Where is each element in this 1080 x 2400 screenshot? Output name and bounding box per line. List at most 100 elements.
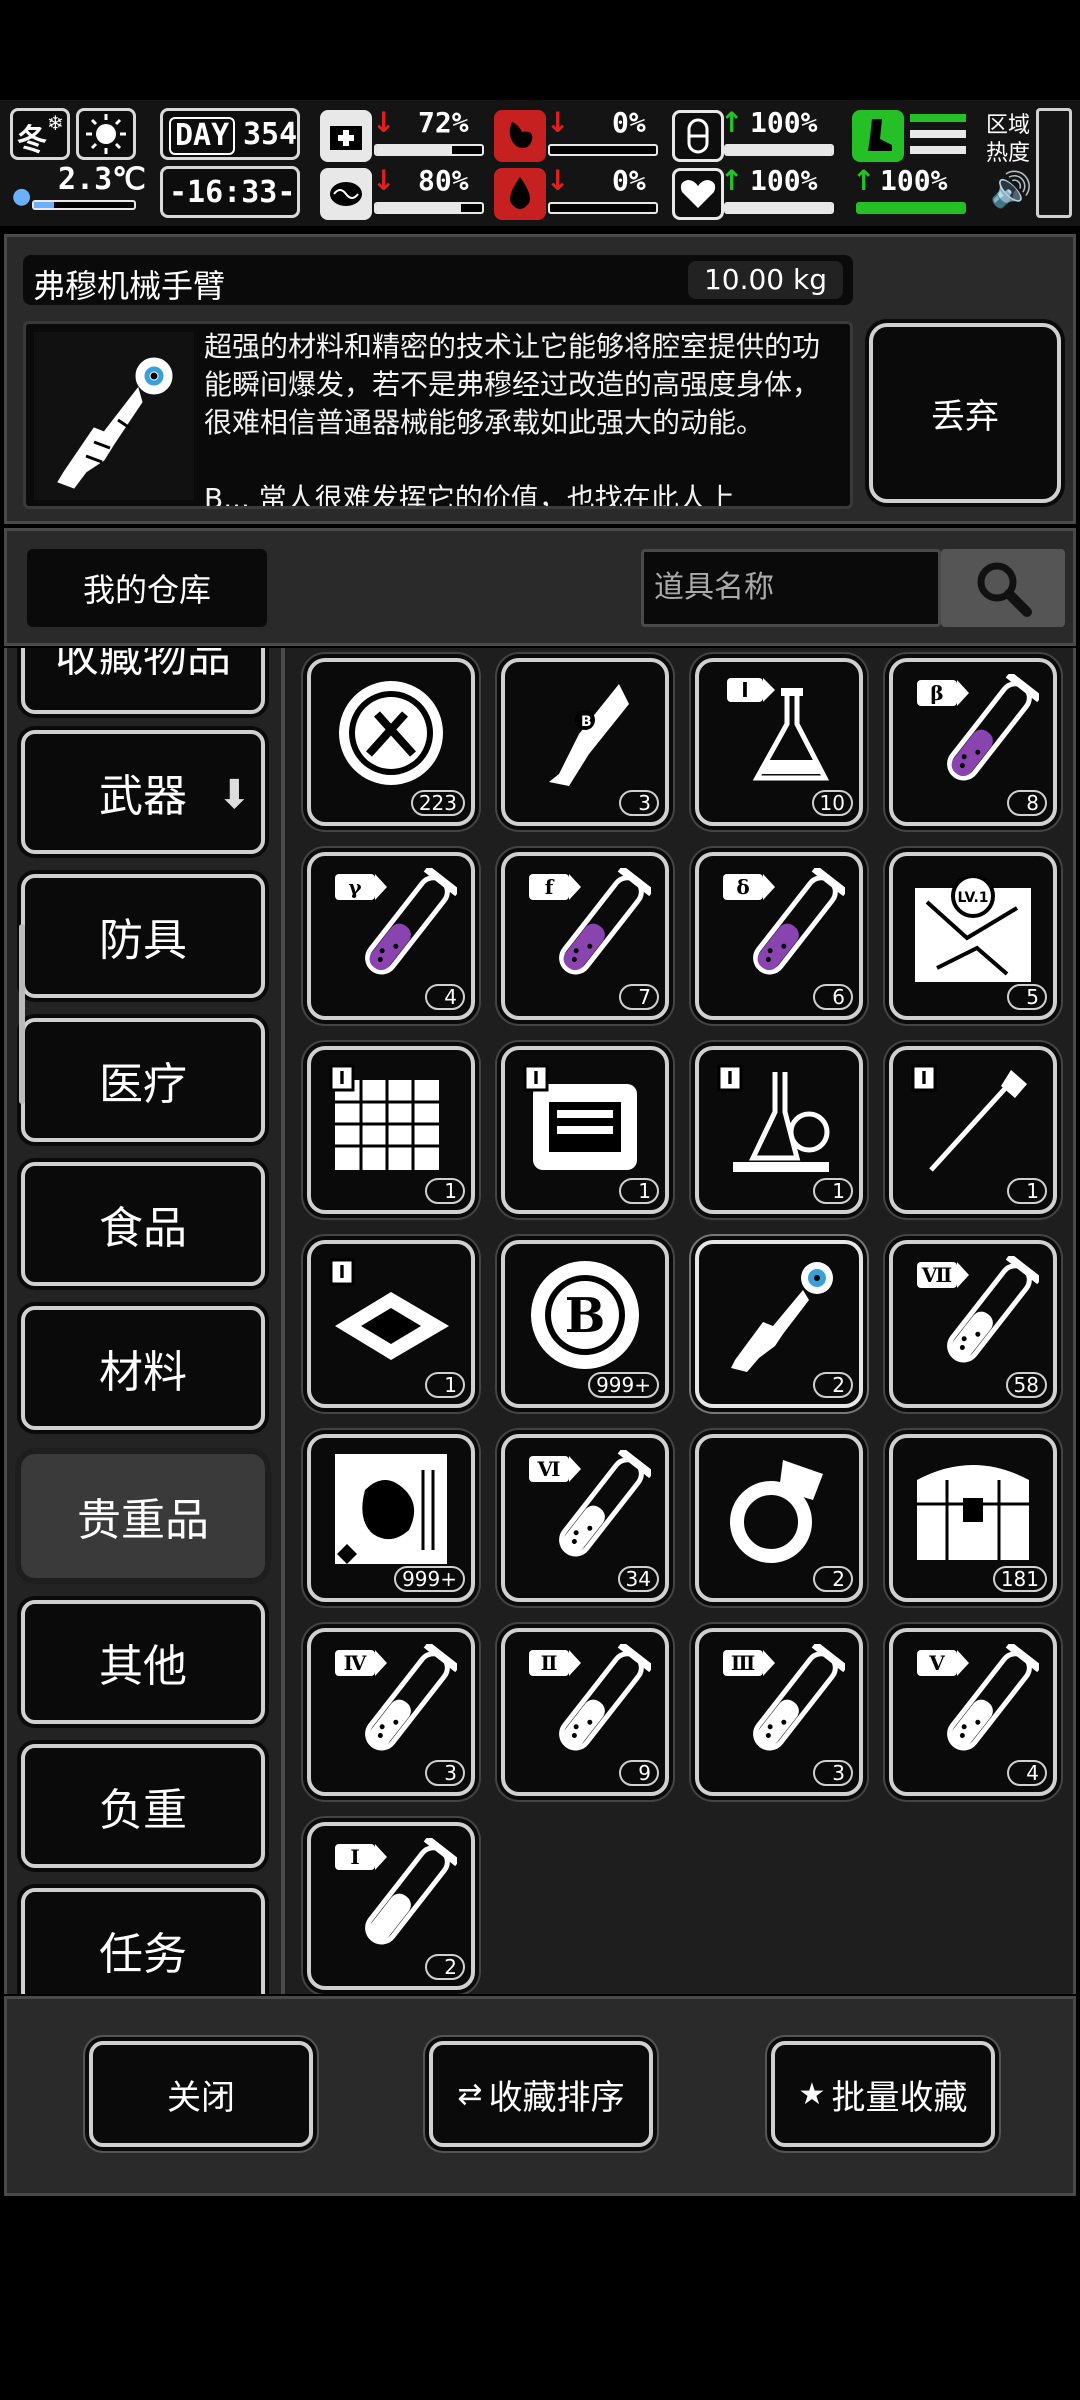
- item-slot[interactable]: Ⅵ 34: [501, 1434, 669, 1602]
- item-slot[interactable]: 223: [307, 658, 475, 826]
- search-input[interactable]: 道具名称: [641, 549, 941, 627]
- svg-text:δ: δ: [736, 875, 749, 899]
- sidebar-scrollbar[interactable]: [19, 924, 25, 1104]
- item-count: 1: [619, 1178, 659, 1204]
- item-count: 1: [1007, 1178, 1047, 1204]
- item-slot[interactable]: I1: [695, 1046, 863, 1214]
- category-materials[interactable]: 材料: [21, 1306, 265, 1430]
- stat-bar: [374, 144, 484, 156]
- trend-up-arrow: ↑: [720, 164, 744, 197]
- medkit-icon: [320, 110, 372, 162]
- item-slot[interactable]: Ⅳ3: [307, 1628, 475, 1796]
- day-box: DAY 354: [160, 108, 300, 160]
- heart-icon: [672, 168, 724, 220]
- category-sidebar[interactable]: 收藏物品 武器 ⬇ 防具 医疗 食品 材料 贵重品 其他 负重 任务: [7, 648, 285, 1994]
- stat-bar: [374, 202, 484, 214]
- stat-value: 72%: [418, 106, 469, 139]
- tab-my-warehouse[interactable]: 我的仓库: [27, 549, 267, 627]
- item-slot[interactable]: I1: [307, 1046, 475, 1214]
- item-slot[interactable]: Ⅴ4: [889, 1628, 1057, 1796]
- arrow-down-icon: ⬇: [217, 772, 251, 818]
- item-count: 5: [1007, 984, 1047, 1010]
- category-armor[interactable]: 防具: [21, 874, 265, 998]
- item-slot[interactable]: Ⅱ9: [501, 1628, 669, 1796]
- category-other[interactable]: 其他: [21, 1600, 265, 1724]
- item-slot[interactable]: I2: [307, 1822, 475, 1990]
- stat-bar: [724, 144, 834, 156]
- sort-favorites-button[interactable]: ⇄ 收藏排序: [429, 2041, 653, 2147]
- search-button[interactable]: [941, 549, 1065, 627]
- item-count: 2: [813, 1566, 853, 1592]
- item-count: 10: [811, 790, 853, 816]
- item-detail-panel: 弗穆机械手臂 10.00 kg 超强的材料和精密的技术让它能够将腔室提供的功能瞬…: [4, 234, 1076, 524]
- stat-bar: [548, 202, 658, 214]
- item-weight: 10.00 kg: [687, 261, 843, 299]
- item-count: 1: [813, 1178, 853, 1204]
- app-root: 冬 ❄ ● 2.3℃ DAY 354 -16:33- ↓ 72% ↓ 80% ↓…: [0, 0, 1080, 2400]
- stat-value: 100%: [880, 164, 948, 197]
- item-slot[interactable]: B 999+: [501, 1240, 669, 1408]
- batch-label: 批量收藏: [831, 2077, 968, 2118]
- item-slot[interactable]: I1: [501, 1046, 669, 1214]
- item-slot[interactable]: I1: [307, 1240, 475, 1408]
- item-slot[interactable]: γ4: [307, 852, 475, 1020]
- stamina-bar-3: [910, 146, 966, 154]
- svg-text:Ⅶ: Ⅶ: [921, 1263, 953, 1287]
- item-description-box[interactable]: 超强的材料和精密的技术让它能够将腔室提供的功能瞬间爆发，若不是弗穆经过改造的高强…: [23, 321, 853, 509]
- item-count: 9: [619, 1760, 659, 1786]
- footer-bar: 关闭 ⇄ 收藏排序 ★ 批量收藏: [4, 1996, 1076, 2196]
- discard-button[interactable]: 丢弃: [869, 323, 1061, 503]
- category-valuables[interactable]: 贵重品: [21, 1454, 265, 1578]
- item-slot[interactable]: δ6: [695, 852, 863, 1020]
- svg-text:Ⅳ: Ⅳ: [344, 1651, 367, 1675]
- item-slot[interactable]: f7: [501, 852, 669, 1020]
- speaker-icon[interactable]: 🔊: [990, 170, 1032, 210]
- item-slot[interactable]: Ⅶ 58: [889, 1240, 1057, 1408]
- svg-text:γ: γ: [348, 875, 362, 899]
- item-count: 2: [813, 1372, 853, 1398]
- item-count: 2: [425, 1954, 465, 1980]
- item-slot[interactable]: LV.1 5: [889, 852, 1057, 1020]
- trend-down-arrow: ↓: [372, 106, 396, 139]
- svg-text:Ⅱ: Ⅱ: [541, 1651, 558, 1675]
- item-slot[interactable]: Ⅲ3: [695, 1628, 863, 1796]
- category-quests[interactable]: 任务: [21, 1888, 265, 1994]
- item-description-overflow: B... 常人很难发挥它的价值，也找在此人上: [204, 482, 735, 509]
- close-button[interactable]: 关闭: [89, 2041, 313, 2147]
- item-slot[interactable]: B3: [501, 658, 669, 826]
- item-title: 弗穆机械手臂: [33, 267, 226, 305]
- item-slot[interactable]: 2: [695, 1240, 863, 1408]
- stamina-bar-1: [910, 114, 966, 122]
- stat-value: 100%: [750, 164, 818, 197]
- category-food[interactable]: 食品: [21, 1162, 265, 1286]
- stat-value: 0%: [612, 164, 646, 197]
- svg-text:β: β: [930, 681, 943, 705]
- category-load[interactable]: 负重: [21, 1744, 265, 1868]
- item-slot[interactable]: 181: [889, 1434, 1057, 1602]
- category-weapons[interactable]: 武器 ⬇: [21, 730, 265, 854]
- item-count: 7: [619, 984, 659, 1010]
- star-icon: ★: [798, 2076, 826, 2112]
- season-box: 冬 ❄: [10, 108, 70, 160]
- item-count: 4: [1007, 1760, 1047, 1786]
- item-count: 3: [619, 790, 659, 816]
- item-slot[interactable]: I 10: [695, 658, 863, 826]
- area-heat-label: 区域热度: [986, 113, 1031, 166]
- trend-down-arrow: ↓: [372, 164, 396, 197]
- swap-arrows-icon: ⇄: [457, 2076, 483, 2112]
- category-medical[interactable]: 医疗: [21, 1018, 265, 1142]
- item-slot[interactable]: 999+: [307, 1434, 475, 1602]
- stamina-icon: [852, 110, 904, 162]
- time-value: -16:33-: [169, 175, 296, 210]
- item-slot[interactable]: I1: [889, 1046, 1057, 1214]
- batch-favorite-button[interactable]: ★ 批量收藏: [771, 2041, 995, 2147]
- category-favorites[interactable]: 收藏物品: [21, 648, 265, 714]
- svg-text:Ⅴ: Ⅴ: [928, 1651, 945, 1675]
- pill-icon: [672, 110, 724, 162]
- day-value: 354: [243, 117, 298, 152]
- item-slot[interactable]: 2: [695, 1434, 863, 1602]
- svg-text:Ⅲ: Ⅲ: [731, 1651, 755, 1675]
- svg-text:B: B: [565, 1288, 606, 1344]
- item-slot[interactable]: β8: [889, 658, 1057, 826]
- stat-value: 80%: [418, 164, 469, 197]
